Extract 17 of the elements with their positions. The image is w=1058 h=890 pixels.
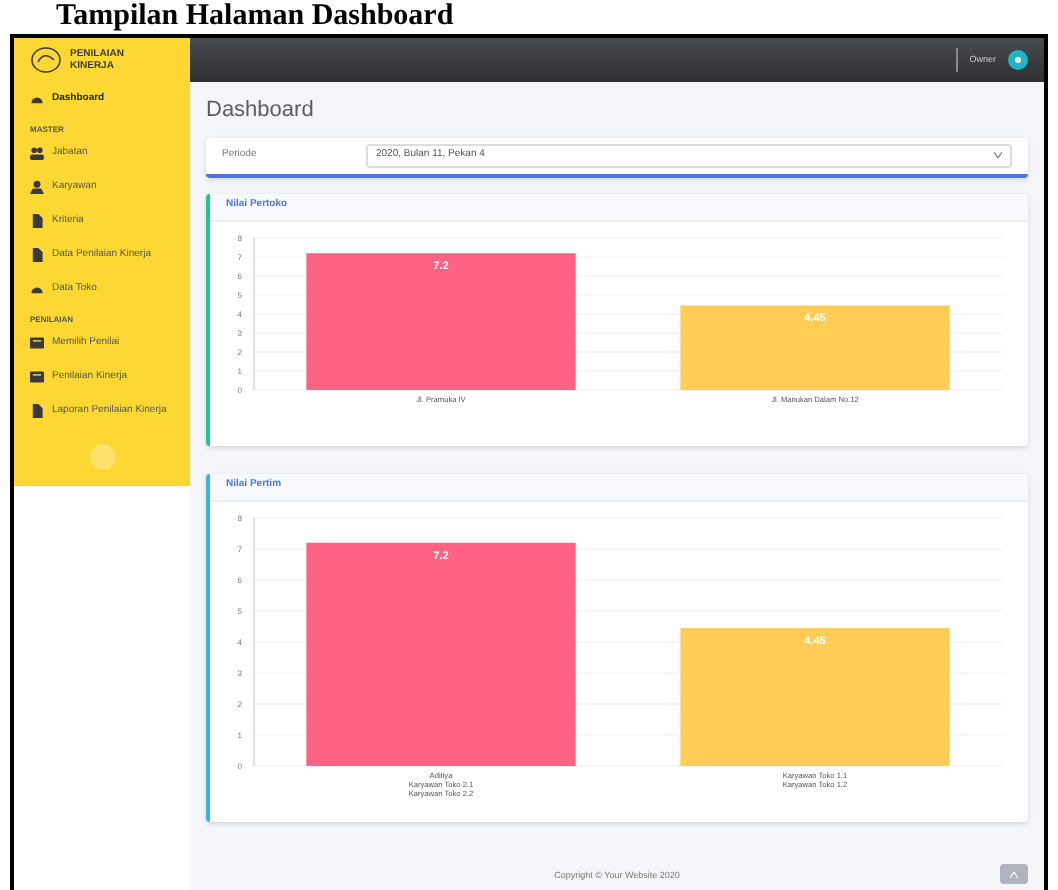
file-icon — [30, 404, 44, 418]
file-icon — [30, 248, 44, 262]
user-icon — [30, 180, 44, 194]
document-heading: Tampilan Halaman Dashboard — [54, 0, 456, 34]
file-icon — [30, 214, 44, 228]
gauge-icon — [30, 282, 44, 296]
scroll-top-button[interactable] — [1000, 864, 1028, 884]
avatar-icon[interactable] — [1008, 50, 1028, 70]
page-title: Dashboard — [206, 96, 316, 126]
card-icon — [30, 336, 44, 350]
gauge-icon — [30, 92, 44, 106]
users-icon — [30, 146, 44, 160]
card-icon — [30, 370, 44, 384]
caret-up-icon — [1010, 871, 1018, 877]
logo-icon — [30, 46, 62, 74]
caret-icon — [994, 152, 1002, 158]
sidebar-toggle-button[interactable] — [89, 444, 115, 470]
